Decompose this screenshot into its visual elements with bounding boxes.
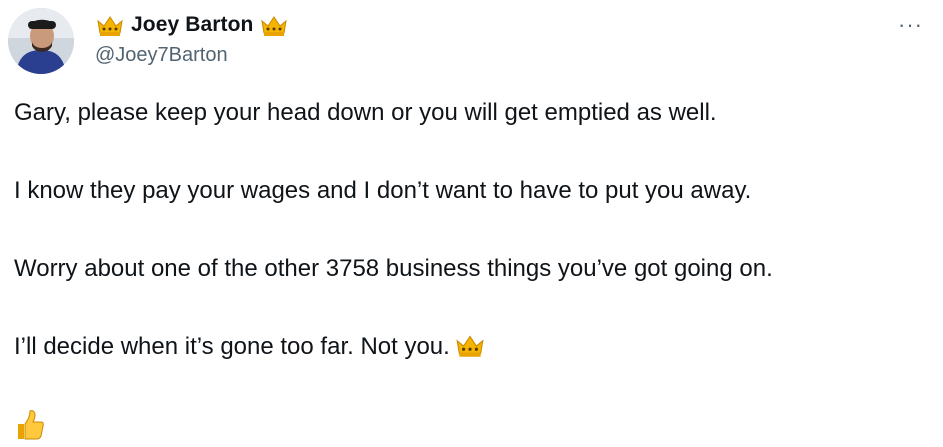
tweet-text: Gary, please keep your head down or you …: [14, 96, 929, 408]
crown-icon: [95, 13, 125, 37]
thumbs-up-icon: [12, 408, 46, 442]
tweet-paragraph: Worry about one of the other 3758 busine…: [14, 255, 773, 282]
author-name-row[interactable]: Joey Barton: [95, 10, 289, 40]
tweet-card: Joey Barton @Joey7Barton ··· Gary, pleas…: [0, 0, 943, 442]
author-display-name[interactable]: Joey Barton: [131, 13, 253, 37]
avatar-image: [8, 8, 74, 74]
author-info: Joey Barton @Joey7Barton: [95, 10, 289, 67]
author-handle[interactable]: @Joey7Barton: [95, 44, 289, 67]
tweet-paragraph-last: I’ll decide when it’s gone too far. Not …: [14, 330, 929, 364]
crown-icon: [259, 13, 289, 37]
author-avatar[interactable]: [8, 8, 74, 74]
tweet-paragraph-text: I’ll decide when it’s gone too far. Not …: [14, 333, 450, 360]
tweet-paragraph: I know they pay your wages and I don’t w…: [14, 177, 752, 204]
tweet-paragraph: Gary, please keep your head down or you …: [14, 99, 717, 126]
crown-icon: [454, 332, 486, 358]
more-options-icon[interactable]: ···: [898, 12, 923, 38]
